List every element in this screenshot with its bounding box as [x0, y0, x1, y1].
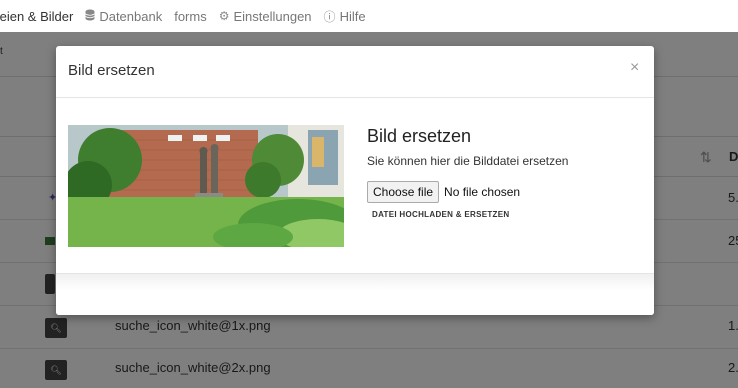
choose-file-button[interactable]: Choose file: [367, 181, 440, 203]
file-status: No file chosen: [444, 185, 521, 199]
gear-icon: ⚙: [218, 9, 230, 23]
nav-forms[interactable]: forms: [174, 9, 207, 24]
nav-help[interactable]: ⓘ Hilfe: [324, 8, 366, 25]
replace-image-dialog: Bild ersetzen × Bild ersetzen Sie können…: [56, 46, 654, 315]
nav-settings[interactable]: ⚙ Einstellungen: [219, 9, 312, 24]
database-icon: [85, 9, 96, 24]
close-button[interactable]: ×: [630, 59, 639, 77]
nav-forms-label: forms: [174, 8, 207, 24]
top-navigation: teien & Bilder Datenbank forms ⚙ Einstel…: [0, 0, 738, 32]
info-icon: ⓘ: [323, 9, 336, 24]
upload-replace-button[interactable]: DATEI HOCHLADEN & ERSETZEN: [372, 210, 509, 219]
dialog-header: Bild ersetzen ×: [56, 46, 654, 98]
nav-database-label: Datenbank: [99, 8, 163, 24]
image-preview: [68, 125, 344, 247]
file-input[interactable]: Choose file No file chosen: [367, 181, 520, 203]
dialog-description: Sie können hier die Bilddatei ersetzen: [367, 154, 569, 168]
nav-files-images-label: teien & Bilder: [0, 8, 74, 24]
dialog-heading: Bild ersetzen: [367, 126, 472, 146]
nav-settings-label: Einstellungen: [233, 8, 312, 24]
nav-database[interactable]: Datenbank: [85, 9, 162, 24]
nav-help-label: Hilfe: [339, 8, 366, 24]
dialog-title: Bild ersetzen: [68, 62, 155, 79]
dialog-footer: [56, 273, 654, 315]
nav-files-images[interactable]: teien & Bilder: [0, 9, 73, 24]
